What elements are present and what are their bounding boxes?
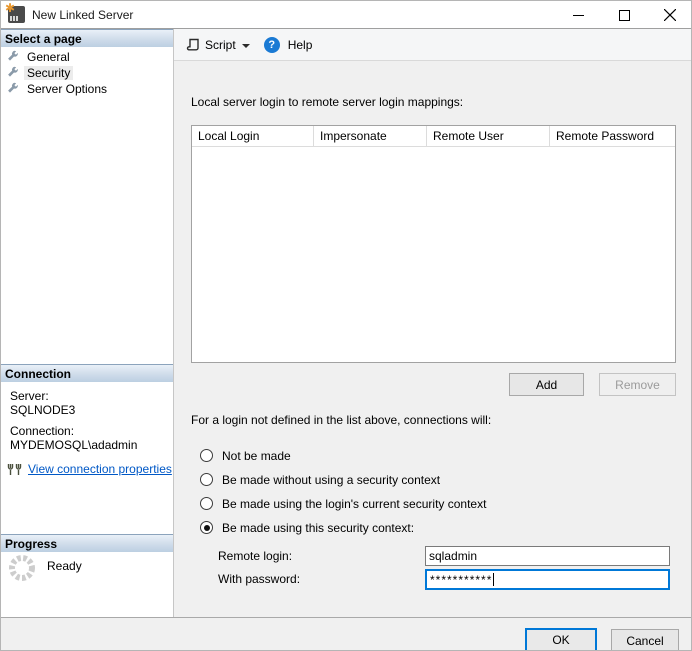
connection-account: Connection: MYDEMOSQL\adadmin bbox=[10, 424, 170, 452]
spinner-icon bbox=[9, 555, 35, 581]
wrench-icon bbox=[6, 50, 20, 64]
login-mappings-table[interactable]: Local Login Impersonate Remote User Remote … bbox=[191, 125, 676, 363]
script-dropdown-icon[interactable] bbox=[241, 43, 250, 48]
script-button[interactable]: Script bbox=[182, 33, 260, 57]
help-button[interactable]: ? Help bbox=[260, 33, 321, 57]
column-header-remote-password[interactable]: Remote Password bbox=[550, 126, 675, 146]
sidebar-item-server-options[interactable]: Server Options bbox=[1, 81, 173, 97]
progress-status: Ready bbox=[7, 553, 82, 583]
sidebar-item-label: Server Options bbox=[27, 82, 108, 96]
new-linked-server-icon: ✱ bbox=[5, 1, 25, 23]
help-label: Help bbox=[287, 37, 313, 52]
progress-status-text: Ready bbox=[47, 559, 82, 573]
progress-header: Progress bbox=[1, 534, 173, 552]
sidebar-item-label: Security bbox=[24, 66, 74, 80]
select-page-header: Select a page bbox=[1, 29, 173, 47]
page-list: General Security Server Options bbox=[1, 49, 173, 97]
remove-button: Remove bbox=[599, 373, 676, 396]
table-header: Local Login Impersonate Remote User Remote … bbox=[192, 126, 675, 147]
footer: OK Cancel bbox=[1, 617, 691, 650]
column-header-remote-user[interactable]: Remote User bbox=[427, 126, 550, 146]
connection-header: Connection bbox=[1, 364, 173, 382]
maximize-button[interactable] bbox=[601, 1, 647, 29]
column-header-local-login[interactable]: Local Login bbox=[192, 126, 314, 146]
minimize-icon bbox=[572, 14, 584, 16]
radio-unselected-icon[interactable] bbox=[200, 449, 213, 462]
fallback-label: For a login not defined in the list abov… bbox=[191, 413, 492, 427]
server-label: Server: bbox=[10, 389, 49, 403]
radio-option[interactable]: Be made using this security context: bbox=[200, 520, 486, 535]
add-button[interactable]: Add bbox=[509, 373, 584, 396]
wrench-icon bbox=[6, 66, 20, 80]
radio-option-label: Be made using this security context: bbox=[222, 520, 415, 535]
wrench-icon bbox=[6, 82, 20, 96]
connection-server: Server: SQLNODE3 bbox=[10, 389, 170, 417]
window-title: New Linked Server bbox=[32, 8, 134, 22]
mappings-label: Local server login to remote server logi… bbox=[191, 95, 464, 109]
icon-detail bbox=[10, 16, 19, 21]
radio-unselected-icon[interactable] bbox=[200, 473, 213, 486]
main-panel: Script ? Help Local server login to remo… bbox=[174, 29, 691, 617]
sidebar-item-general[interactable]: General bbox=[1, 49, 173, 65]
sidebar-item-security[interactable]: Security bbox=[1, 65, 173, 81]
script-icon bbox=[186, 38, 199, 51]
cancel-button[interactable]: Cancel bbox=[611, 629, 679, 650]
titlebar: ✱ New Linked Server bbox=[1, 1, 691, 29]
toolbar: Script ? Help bbox=[174, 29, 691, 61]
close-button[interactable] bbox=[647, 1, 691, 29]
column-header-impersonate[interactable]: Impersonate bbox=[314, 126, 427, 146]
radio-option-label: Not be made bbox=[222, 448, 291, 463]
connection-label: Connection: bbox=[10, 424, 75, 438]
radio-option[interactable]: Be made without using a security context bbox=[200, 472, 486, 487]
minimize-button[interactable] bbox=[555, 1, 601, 29]
remote-login-input[interactable] bbox=[425, 546, 670, 566]
radio-option[interactable]: Be made using the login's current securi… bbox=[200, 496, 487, 511]
radio-option-label: Be made using the login's current securi… bbox=[222, 496, 487, 511]
remote-login-label: Remote login: bbox=[218, 549, 293, 563]
sidebar-item-label: General bbox=[27, 50, 70, 64]
new-linked-server-dialog: ✱ New Linked Server Select a page Genera… bbox=[0, 0, 692, 651]
connection-value: MYDEMOSQL\adadmin bbox=[10, 438, 138, 452]
view-connection-properties-link[interactable]: View connection properties bbox=[28, 462, 172, 476]
help-icon: ? bbox=[263, 36, 280, 53]
radio-option-label: Be made without using a security context bbox=[222, 472, 441, 487]
view-connection-properties[interactable]: View connection properties bbox=[7, 462, 172, 476]
with-password-label: With password: bbox=[218, 572, 301, 586]
radio-selected-icon[interactable] bbox=[200, 521, 213, 534]
close-icon bbox=[664, 9, 676, 21]
connection-properties-icon bbox=[7, 463, 22, 475]
password-input[interactable]: *********** bbox=[425, 569, 670, 590]
server-value: SQLNODE3 bbox=[10, 403, 76, 417]
password-masked-value: *********** bbox=[430, 572, 493, 587]
script-label: Script bbox=[205, 37, 236, 52]
radio-unselected-icon[interactable] bbox=[200, 497, 213, 510]
text-caret bbox=[493, 573, 495, 586]
ok-button[interactable]: OK bbox=[525, 628, 597, 650]
maximize-icon bbox=[618, 9, 630, 21]
new-object-star: ✱ bbox=[5, 1, 16, 15]
window-controls bbox=[555, 1, 691, 29]
radio-option[interactable]: Not be made bbox=[200, 448, 486, 463]
sidebar: Select a page General Security Server Opti… bbox=[1, 29, 174, 617]
connection-behavior-radio-group: Not be made Be made without using a secur… bbox=[200, 449, 486, 545]
